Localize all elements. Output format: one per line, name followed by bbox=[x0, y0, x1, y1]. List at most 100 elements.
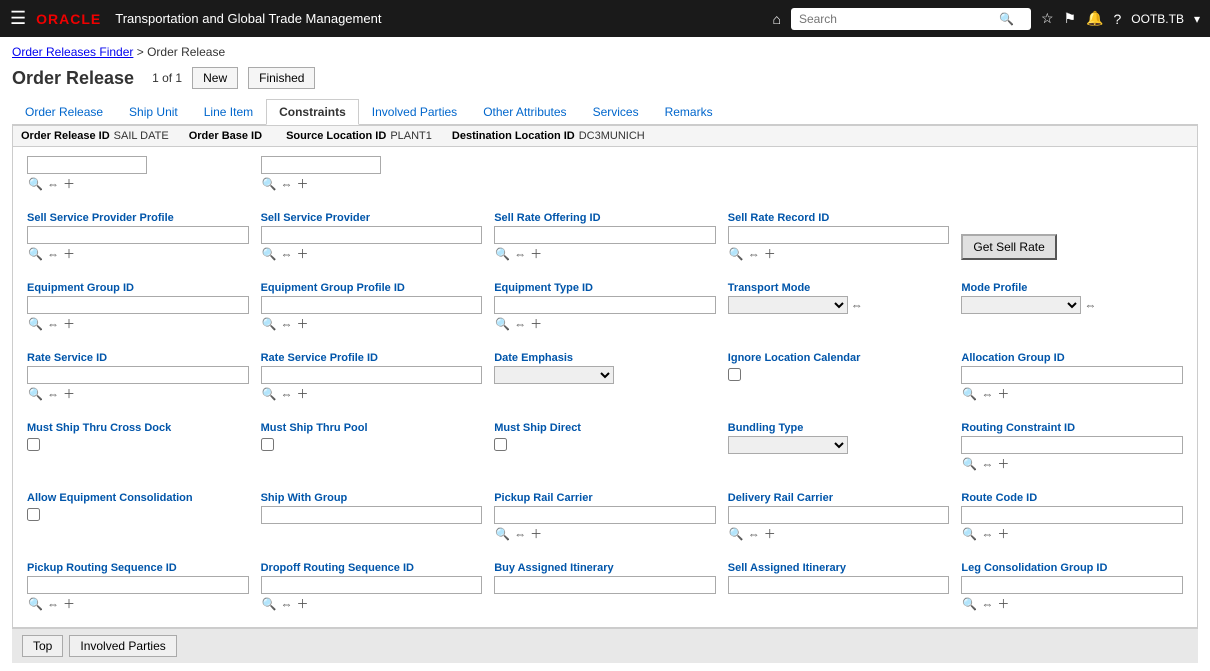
add-icon-2[interactable]: ＋ bbox=[296, 175, 310, 192]
sell-rate-offering-id-input[interactable] bbox=[494, 226, 716, 244]
top-button[interactable]: Top bbox=[22, 635, 63, 657]
flag-icon[interactable]: ⚑ bbox=[1064, 10, 1077, 27]
search-icon-rc[interactable]: 🔍 bbox=[961, 457, 978, 471]
search-icon-rci[interactable]: 🔍 bbox=[961, 527, 978, 541]
add-icon-drc[interactable]: ＋ bbox=[763, 525, 777, 542]
search-icon-1[interactable]: 🔍 bbox=[27, 177, 44, 191]
add-icon-et[interactable]: ＋ bbox=[529, 315, 543, 332]
search-icon-et[interactable]: 🔍 bbox=[494, 317, 511, 331]
search-icon-egp[interactable]: 🔍 bbox=[261, 317, 278, 331]
tab-remarks[interactable]: Remarks bbox=[652, 99, 726, 124]
tab-services[interactable]: Services bbox=[580, 99, 652, 124]
star-icon[interactable]: ☆ bbox=[1041, 10, 1054, 27]
add-icon-roi[interactable]: ＋ bbox=[529, 245, 543, 262]
search-input[interactable] bbox=[799, 12, 999, 26]
equipment-type-id-input[interactable] bbox=[494, 296, 716, 314]
link-icon-et[interactable]: ⇔ bbox=[513, 317, 527, 331]
tab-involved-parties[interactable]: Involved Parties bbox=[359, 99, 470, 124]
involved-parties-button[interactable]: Involved Parties bbox=[69, 635, 176, 657]
tab-constraints[interactable]: Constraints bbox=[266, 99, 359, 125]
link-icon-rs[interactable]: ⇔ bbox=[46, 387, 60, 401]
add-icon-rci[interactable]: ＋ bbox=[996, 525, 1010, 542]
link-icon-lcg[interactable]: ⇔ bbox=[980, 597, 994, 611]
link-icon-2[interactable]: ⇔ bbox=[280, 177, 294, 191]
delivery-rail-carrier-input[interactable] bbox=[728, 506, 950, 524]
link-icon-ssp[interactable]: ⇔ bbox=[46, 247, 60, 261]
order-base-id-input[interactable] bbox=[261, 156, 381, 174]
breadcrumb-link[interactable]: Order Releases Finder bbox=[12, 45, 133, 59]
link-icon-1[interactable]: ⇔ bbox=[46, 177, 60, 191]
bundling-type-select[interactable] bbox=[728, 436, 848, 454]
search-icon-drc[interactable]: 🔍 bbox=[728, 527, 745, 541]
add-icon-rs[interactable]: ＋ bbox=[62, 385, 76, 402]
help-icon[interactable]: ? bbox=[1114, 11, 1122, 27]
link-icon-egp[interactable]: ⇔ bbox=[280, 317, 294, 331]
link-icon-rci[interactable]: ⇔ bbox=[980, 527, 994, 541]
add-icon-lcg[interactable]: ＋ bbox=[996, 595, 1010, 612]
equipment-group-id-input[interactable] bbox=[27, 296, 249, 314]
leg-consolidation-group-id-input[interactable] bbox=[961, 576, 1183, 594]
link-icon-sp[interactable]: ⇔ bbox=[280, 247, 294, 261]
search-icon-lcg[interactable]: 🔍 bbox=[961, 597, 978, 611]
search-box[interactable]: 🔍 bbox=[791, 8, 1031, 30]
search-icon-ssp[interactable]: 🔍 bbox=[27, 247, 44, 261]
tab-ship-unit[interactable]: Ship Unit bbox=[116, 99, 191, 124]
transport-mode-select[interactable] bbox=[728, 296, 848, 314]
link-icon-prs[interactable]: ⇔ bbox=[46, 597, 60, 611]
add-icon-rr[interactable]: ＋ bbox=[763, 245, 777, 262]
buy-assigned-itinerary-input[interactable] bbox=[494, 576, 716, 594]
link-icon-rr[interactable]: ⇔ bbox=[747, 247, 761, 261]
user-menu[interactable]: OOTB.TB bbox=[1131, 12, 1184, 26]
add-icon-egp[interactable]: ＋ bbox=[296, 315, 310, 332]
search-icon-drs[interactable]: 🔍 bbox=[261, 597, 278, 611]
search-icon-eg[interactable]: 🔍 bbox=[27, 317, 44, 331]
link-icon-drc[interactable]: ⇔ bbox=[747, 527, 761, 541]
search-icon-rs[interactable]: 🔍 bbox=[27, 387, 44, 401]
sell-rate-record-id-input[interactable] bbox=[728, 226, 950, 244]
bell-icon[interactable]: 🔔 bbox=[1086, 10, 1103, 27]
search-icon-rr[interactable]: 🔍 bbox=[728, 247, 745, 261]
ship-with-group-input[interactable] bbox=[261, 506, 483, 524]
new-button[interactable]: New bbox=[192, 67, 238, 89]
user-dropdown-icon[interactable]: ▾ bbox=[1194, 12, 1200, 26]
ignore-location-calendar-checkbox[interactable] bbox=[728, 368, 741, 381]
sell-service-provider-profile-input[interactable] bbox=[27, 226, 249, 244]
search-icon-2[interactable]: 🔍 bbox=[261, 177, 278, 191]
allocation-group-id-input[interactable] bbox=[961, 366, 1183, 384]
rate-service-id-input[interactable] bbox=[27, 366, 249, 384]
add-icon-drs[interactable]: ＋ bbox=[296, 595, 310, 612]
hamburger-menu-icon[interactable]: ☰ bbox=[10, 8, 26, 29]
get-sell-rate-button[interactable]: Get Sell Rate bbox=[961, 234, 1056, 260]
search-icon-ag[interactable]: 🔍 bbox=[961, 387, 978, 401]
route-code-id-input[interactable] bbox=[961, 506, 1183, 524]
finished-button[interactable]: Finished bbox=[248, 67, 315, 89]
link-icon-rc[interactable]: ⇔ bbox=[980, 457, 994, 471]
add-icon-ag[interactable]: ＋ bbox=[996, 385, 1010, 402]
sell-assigned-itinerary-input[interactable] bbox=[728, 576, 950, 594]
routing-constraint-id-input[interactable] bbox=[961, 436, 1183, 454]
search-icon-rsp[interactable]: 🔍 bbox=[261, 387, 278, 401]
order-release-id-input[interactable] bbox=[27, 156, 147, 174]
add-icon-eg[interactable]: ＋ bbox=[62, 315, 76, 332]
pickup-routing-sequence-id-input[interactable] bbox=[27, 576, 249, 594]
rate-service-profile-id-input[interactable] bbox=[261, 366, 483, 384]
link-icon-eg[interactable]: ⇔ bbox=[46, 317, 60, 331]
search-icon-prs[interactable]: 🔍 bbox=[27, 597, 44, 611]
tab-line-item[interactable]: Line Item bbox=[191, 99, 266, 124]
search-icon-prc[interactable]: 🔍 bbox=[494, 527, 511, 541]
must-ship-thru-cross-dock-checkbox[interactable] bbox=[27, 438, 40, 451]
add-icon-prs[interactable]: ＋ bbox=[62, 595, 76, 612]
link-icon-rsp[interactable]: ⇔ bbox=[280, 387, 294, 401]
equipment-group-profile-id-input[interactable] bbox=[261, 296, 483, 314]
home-icon[interactable]: ⌂ bbox=[772, 11, 780, 27]
link-icon-ag[interactable]: ⇔ bbox=[980, 387, 994, 401]
pickup-rail-carrier-input[interactable] bbox=[494, 506, 716, 524]
allow-equipment-consolidation-checkbox[interactable] bbox=[27, 508, 40, 521]
must-ship-thru-pool-checkbox[interactable] bbox=[261, 438, 274, 451]
dropoff-routing-sequence-id-input[interactable] bbox=[261, 576, 483, 594]
tab-order-release[interactable]: Order Release bbox=[12, 99, 116, 124]
add-icon-ssp[interactable]: ＋ bbox=[62, 245, 76, 262]
must-ship-direct-checkbox[interactable] bbox=[494, 438, 507, 451]
link-icon-tm[interactable]: ⇔ bbox=[850, 298, 864, 312]
form-scroll-area[interactable]: 🔍 ⇔ ＋ 🔍 ⇔ ＋ bbox=[13, 147, 1197, 627]
